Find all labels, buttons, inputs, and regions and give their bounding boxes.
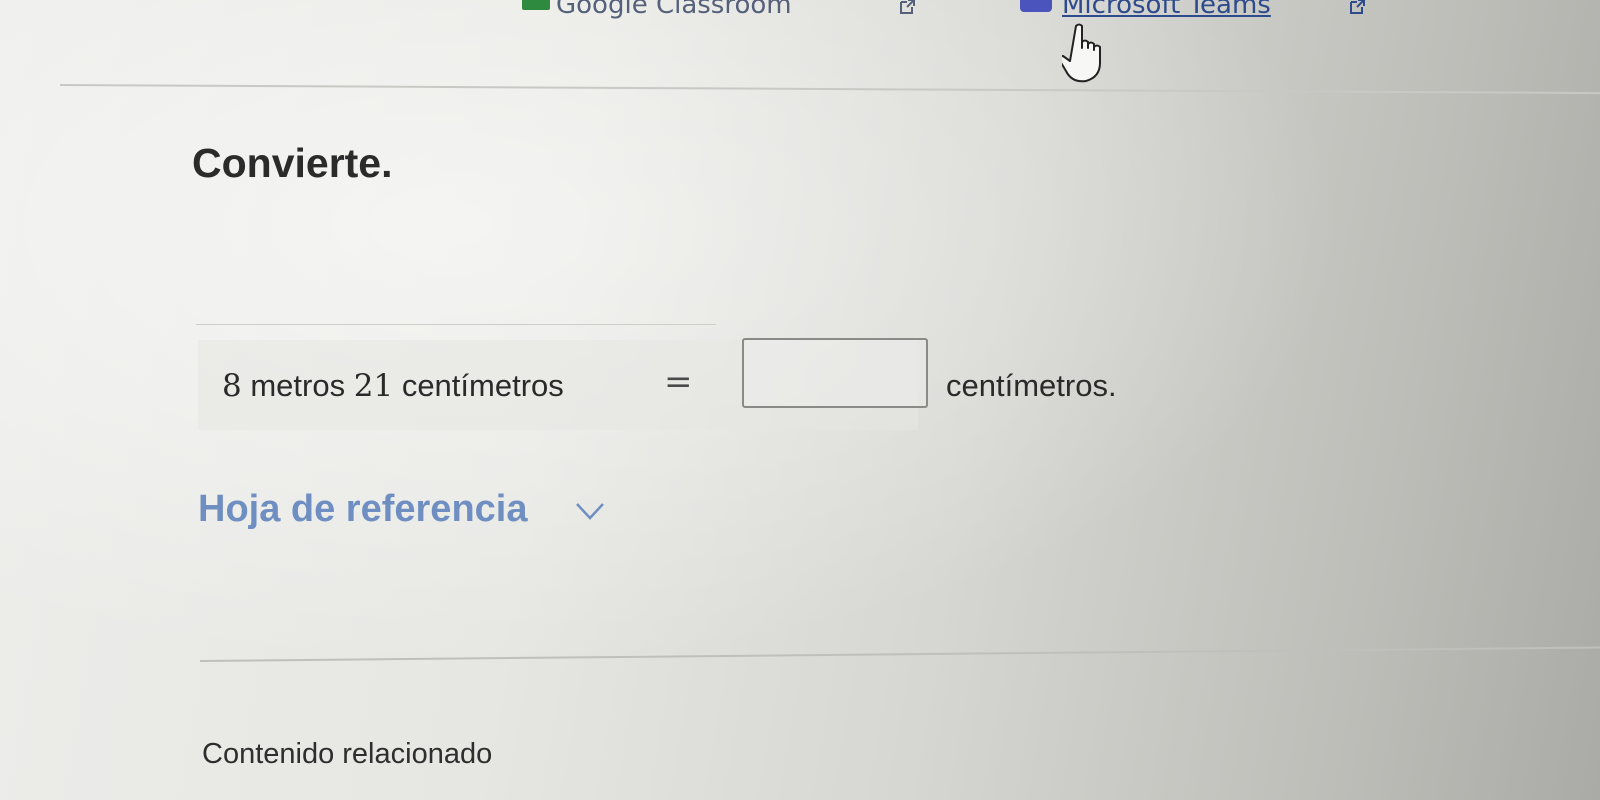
meters-unit: metros [250, 368, 346, 403]
centimeters-unit: centímetros [401, 368, 564, 403]
external-links-bar: Google Classroom Microsoft Teams [0, 0, 1600, 30]
centimeters-value: 21 [353, 368, 394, 404]
section-divider [199, 646, 1600, 662]
google-classroom-logo-icon [522, 0, 550, 10]
answer-unit-label: centímetros. [946, 368, 1117, 403]
exercise-divider [196, 324, 716, 325]
google-classroom-link[interactable]: Google Classroom [556, 0, 792, 20]
microsoft-teams-logo-icon [1020, 0, 1052, 12]
meters-value: 8 [222, 368, 242, 404]
external-link-icon[interactable] [898, 0, 916, 16]
header-divider [59, 84, 1600, 95]
answer-input[interactable] [742, 338, 928, 408]
hand-cursor-icon [1062, 23, 1101, 83]
conversion-expression: 8 metros 21 centímetros [222, 368, 564, 404]
microsoft-teams-link[interactable]: Microsoft Teams [1062, 0, 1271, 20]
chevron-down-icon[interactable] [574, 500, 606, 522]
exercise-title: Convierte. [192, 140, 393, 186]
reference-sheet-toggle[interactable]: Hoja de referencia [198, 488, 527, 531]
external-link-icon[interactable] [1348, 0, 1366, 16]
related-content-heading: Contenido relacionado [202, 738, 493, 770]
equals-sign: = [664, 362, 693, 402]
